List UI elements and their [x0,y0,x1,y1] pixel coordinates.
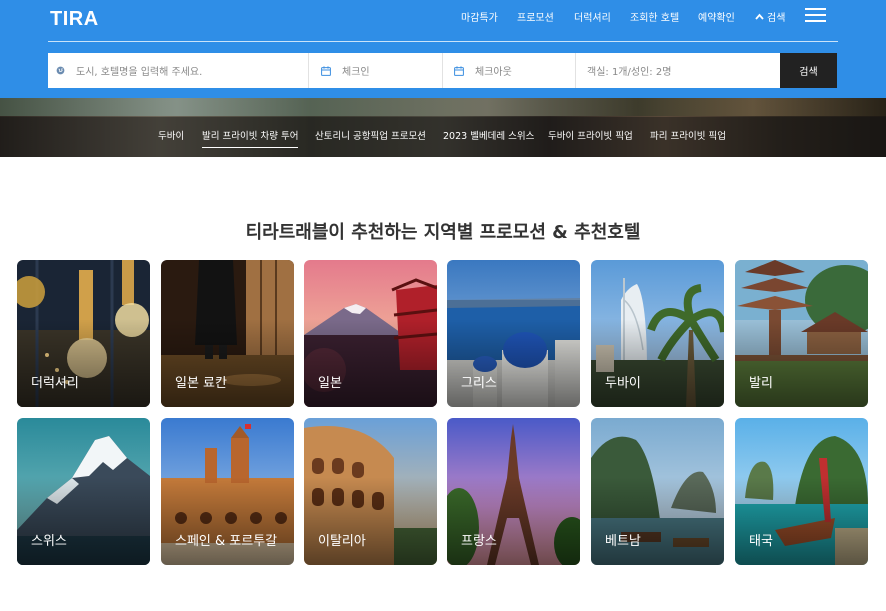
nav-search-toggle[interactable]: 검색 [755,9,785,24]
checkin-field[interactable]: 체크인 [309,53,443,88]
nav-the-luxury[interactable]: 더럭셔리 [574,9,611,24]
region-label: 두바이 [605,376,641,391]
region-label: 그리스 [461,376,497,391]
region-label: 태국 [749,534,773,549]
nav-search-label: 검색 [767,13,786,24]
region-card-thailand[interactable]: 태국 [735,418,868,565]
region-label: 스페인 & 포르투갈 [175,534,278,549]
region-card-italy[interactable]: 이탈리아 [304,418,437,565]
banner-nav: 두바이 발리 프라이빗 차량 투어 산토리니 공항픽업 프로모션 2023 벨베… [0,117,886,157]
hamburger-menu-icon[interactable] [805,8,826,22]
top-nav: 마감특가 프로모션 더럭셔리 조회한 호텔 예약확인 검색 [0,9,886,24]
banner-tab-dubai[interactable]: 두바이 [158,128,184,142]
region-label: 더럭셔리 [31,376,79,391]
region-label: 발리 [749,376,773,391]
banner-tab-belvedere-swiss[interactable]: 2023 벨베데레 스위스 [443,128,534,142]
destination-placeholder: 도시, 호텔명을 입력해 주세요. [76,67,203,78]
search-button[interactable]: 검색 [780,53,837,88]
promo-banner: 두바이 발리 프라이빗 차량 투어 산토리니 공항픽업 프로모션 2023 벨베… [0,98,886,157]
region-card-luxury[interactable]: 더럭셔리 [17,260,150,407]
region-label: 베트남 [605,534,641,549]
region-card-japan[interactable]: 일본 [304,260,437,407]
calendar-icon [454,65,464,76]
banner-tab-santorini-pickup[interactable]: 산토리니 공항픽업 프로모션 [315,128,426,142]
nav-deadline-deals[interactable]: 마감특가 [461,9,498,24]
region-card-japan-ryokan[interactable]: 일본 료칸 [161,260,294,407]
banner-tab-dubai-pickup[interactable]: 두바이 프라이빗 픽업 [548,128,633,142]
region-card-france[interactable]: 프랑스 [447,418,580,565]
region-label: 일본 [318,376,342,391]
region-label: 스위스 [31,534,67,549]
region-card-bali[interactable]: 발리 [735,260,868,407]
nav-promotion[interactable]: 프로모션 [517,9,554,24]
section-title: 티라트래블이 추천하는 지역별 프로모션 & 추천호텔 [245,222,641,243]
header-divider [48,41,838,42]
region-card-switzerland[interactable]: 스위스 [17,418,150,565]
calendar-icon [321,65,331,76]
region-label: 일본 료칸 [175,376,227,391]
region-card-greece[interactable]: 그리스 [447,260,580,407]
nav-viewed-hotels[interactable]: 조회한 호텔 [630,9,679,24]
hotel-search-bar: 도시, 호텔명을 입력해 주세요. 체크인 체크아웃 객실: 1개/성인: 2명… [48,53,837,88]
nav-reservation-check[interactable]: 예약확인 [698,9,735,24]
globe-icon [56,66,65,75]
region-label: 이탈리아 [318,534,366,549]
guests-value: 객실: 1개/성인: 2명 [587,67,672,78]
destination-field[interactable]: 도시, 호텔명을 입력해 주세요. [48,53,309,88]
chevron-up-icon [755,13,764,20]
region-card-vietnam[interactable]: 베트남 [591,418,724,565]
region-card-spain-portugal[interactable]: 스페인 & 포르투갈 [161,418,294,565]
region-card-dubai[interactable]: 두바이 [591,260,724,407]
guests-field[interactable]: 객실: 1개/성인: 2명 [576,53,780,88]
banner-tab-paris-pickup[interactable]: 파리 프라이빗 픽업 [650,128,726,142]
checkout-label: 체크아웃 [475,67,512,78]
site-header: TIRA 마감특가 프로모션 더럭셔리 조회한 호텔 예약확인 검색 도시, 호… [0,0,886,98]
region-label: 프랑스 [461,534,497,549]
checkin-label: 체크인 [342,67,370,78]
banner-tab-bali-private-tour[interactable]: 발리 프라이빗 차량 투어 [202,128,299,148]
checkout-field[interactable]: 체크아웃 [443,53,576,88]
